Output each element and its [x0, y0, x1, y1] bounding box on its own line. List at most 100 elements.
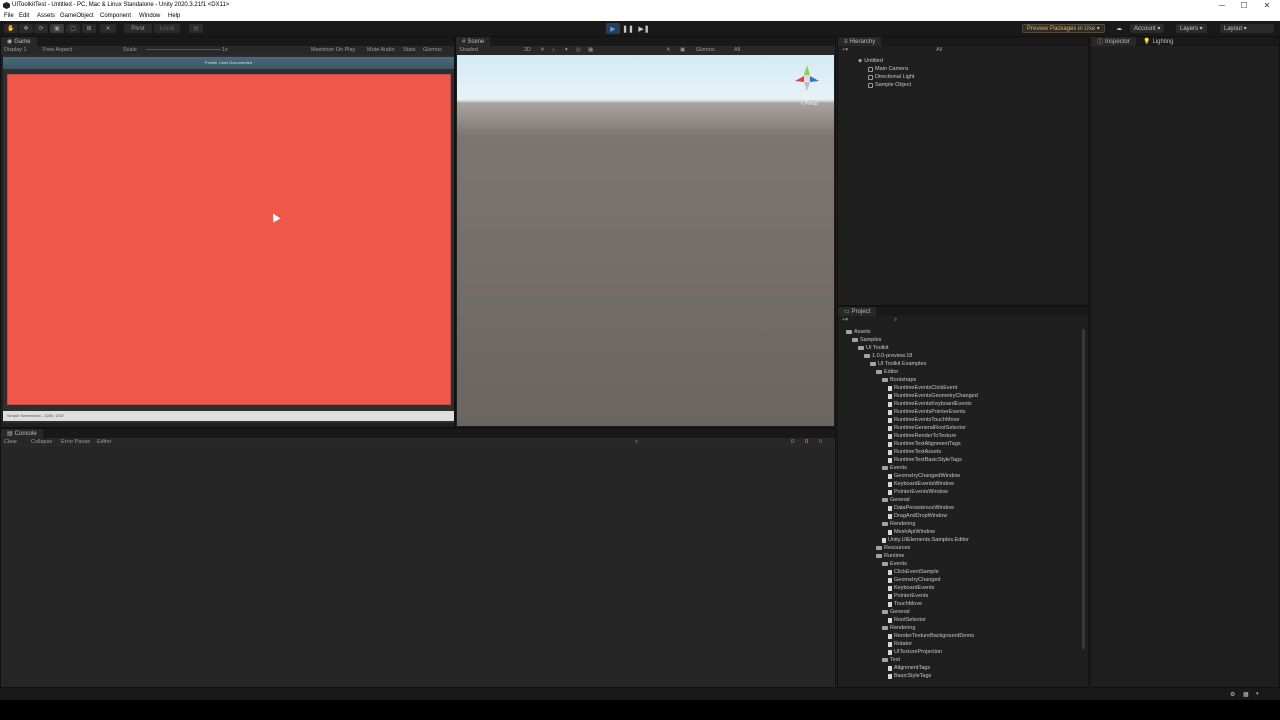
project-tree-item[interactable]: RenderTextureBackgroundDemo — [888, 633, 974, 639]
project-tree-item[interactable]: RuntimeEventsTouchMove — [888, 417, 959, 423]
console-log-count[interactable]: 0 — [791, 439, 794, 445]
project-tree-item[interactable]: Rendering — [882, 625, 915, 631]
project-tree-item[interactable]: UI Toolkit — [858, 345, 889, 351]
effects-icon[interactable]: ✦ — [564, 47, 569, 53]
project-tree-item[interactable]: 1.0.0-preview.18 — [864, 353, 912, 359]
console-search-icon[interactable]: ⌕ — [635, 439, 638, 446]
2d-toggle[interactable]: 2D — [524, 47, 531, 53]
project-tree-item[interactable]: RootSelector — [888, 617, 926, 623]
project-tree-item[interactable]: RuntimeEventsGeometryChanged — [888, 393, 978, 399]
project-tree-item[interactable]: General — [882, 497, 910, 503]
project-tree-item[interactable]: Resources — [876, 545, 910, 551]
menu-edit[interactable]: Edit — [19, 13, 29, 19]
menu-window[interactable]: Window — [139, 13, 160, 19]
preview-packages-button[interactable]: Preview Packages in Use ▾ — [1022, 24, 1105, 33]
project-tree-item[interactable]: General — [882, 609, 910, 615]
hierarchy-search[interactable]: All — [936, 47, 942, 53]
project-tree-item[interactable]: PointerEventsWindow — [888, 489, 948, 495]
menu-component[interactable]: Component — [100, 13, 131, 19]
shading-dropdown[interactable]: Shaded — [459, 47, 478, 53]
menu-help[interactable]: Help — [168, 13, 180, 19]
project-tree-item[interactable]: Unity.UIElements.Samples.Editor — [882, 537, 969, 543]
project-scrollbar[interactable] — [1082, 329, 1085, 649]
local-toggle[interactable]: Local — [154, 24, 180, 33]
console-log-area[interactable] — [1, 447, 835, 687]
game-viewport[interactable]: Pointer Lines Documented Simple Screensh… — [3, 55, 454, 423]
rotate-tool-icon[interactable]: ⟳ — [34, 24, 48, 33]
tab-lighting[interactable]: 💡 Lighting — [1137, 37, 1180, 46]
project-tree-item[interactable]: KeyboardEvents — [888, 585, 934, 591]
project-tree-item[interactable]: Assets — [846, 329, 871, 335]
grid-icon[interactable]: ▦ — [588, 47, 593, 53]
tab-scene[interactable]: # Scene — [456, 37, 491, 46]
tab-project[interactable]: ▭ Project — [838, 307, 877, 316]
project-tree-item[interactable]: Text — [882, 657, 900, 663]
hierarchy-scene-root[interactable]: ◈ Untitled — [858, 58, 883, 64]
scene-viewport[interactable]: < Persp — [457, 55, 834, 426]
project-tree-item[interactable]: Events — [882, 561, 907, 567]
step-button[interactable]: ▶❚ — [637, 23, 651, 34]
rect-tool-icon[interactable]: ▢ — [66, 24, 80, 33]
hierarchy-item[interactable]: Directional Light — [868, 74, 914, 80]
project-tree-item[interactable]: RuntimeTextAssets — [888, 449, 941, 455]
lighting-icon[interactable]: ☀ — [540, 47, 545, 53]
project-tree-item[interactable]: Bootstraps — [882, 377, 916, 383]
console-error-pause-toggle[interactable]: Error Pause — [61, 439, 90, 445]
project-tree-item[interactable]: GeometryChanged — [888, 577, 940, 583]
project-tree-item[interactable]: BasicStyleTags — [888, 673, 931, 679]
tab-game[interactable]: ◉ Game — [1, 37, 37, 46]
project-tree-item[interactable]: UITextureProjection — [888, 649, 942, 655]
project-tree-item[interactable]: KeyboardEventsWindow — [888, 481, 954, 487]
pivot-toggle[interactable]: Pivot — [124, 24, 152, 33]
tab-console[interactable]: ▤ Console — [1, 429, 43, 438]
console-warning-count[interactable]: 0 — [805, 439, 808, 445]
project-tree-item[interactable]: UI Toolkit Examples — [870, 361, 926, 367]
camera-icon[interactable]: ▣ — [680, 47, 685, 53]
project-tree-item[interactable]: DataPersistenceWindow — [888, 505, 954, 511]
minimize-button[interactable]: ─ — [1210, 0, 1234, 11]
scale-slider[interactable] — [146, 49, 221, 50]
project-tree-item[interactable]: Events — [882, 465, 907, 471]
layers-dropdown[interactable]: Layers ▾ — [1176, 24, 1207, 33]
console-editor-dropdown[interactable]: Editor — [97, 439, 111, 445]
hidden-icon[interactable]: ◎ — [576, 47, 581, 53]
maximize-button[interactable]: ☐ — [1232, 0, 1256, 11]
project-search-icon[interactable]: ⌕ — [894, 317, 897, 324]
pause-button[interactable]: ❚❚ — [621, 23, 635, 34]
scene-gizmos-dropdown[interactable]: Gizmos — [696, 47, 715, 53]
hand-tool-icon[interactable]: ✋ — [4, 24, 18, 33]
custom-tool-icon[interactable]: ✕ — [100, 24, 116, 33]
project-tree-item[interactable]: RuntimeTextBasicStyleTags — [888, 457, 962, 463]
project-tree-item[interactable]: RuntimeEventsClickEvent — [888, 385, 957, 391]
status-progress-icon[interactable]: ⚙ — [1230, 691, 1235, 698]
perspective-label[interactable]: < Persp — [801, 101, 818, 107]
status-debug-icon[interactable]: ◐ — [1256, 691, 1260, 697]
project-tree-item[interactable]: Editor — [876, 369, 898, 375]
menu-gameobject[interactable]: GameObject — [60, 13, 94, 19]
display-dropdown[interactable]: Display 1 — [4, 47, 27, 53]
menu-assets[interactable]: Assets — [37, 13, 55, 19]
cloud-icon[interactable]: ☁ — [1112, 24, 1126, 33]
scale-tool-icon[interactable]: ▣ — [50, 24, 64, 33]
project-tree-item[interactable]: RuntimeEventsPointerEvents — [888, 409, 966, 415]
layout-dropdown[interactable]: Layout ▾ — [1220, 24, 1274, 33]
project-tree-item[interactable]: GeometryChangedWindow — [888, 473, 960, 479]
hierarchy-item[interactable]: Main Camera — [868, 66, 908, 72]
project-tree-item[interactable]: Runtime — [876, 553, 904, 559]
move-tool-icon[interactable]: ✥ — [19, 24, 33, 33]
project-tree-item[interactable]: PointerEvents — [888, 593, 928, 599]
project-tree-item[interactable]: MeshApiWindow — [888, 529, 935, 535]
project-tree-item[interactable]: Rendering — [882, 521, 915, 527]
status-cache-icon[interactable]: ▦ — [1243, 691, 1249, 698]
grid-snap-icon[interactable]: ▦ — [189, 24, 203, 33]
project-tree-item[interactable]: RuntimeGeneralRootSelector — [888, 425, 966, 431]
aspect-dropdown[interactable]: Free Aspect — [43, 47, 72, 53]
mute-audio-toggle[interactable]: Mute Audio — [367, 47, 395, 53]
tab-hierarchy[interactable]: ≡ Hierarchy — [838, 37, 882, 46]
close-button[interactable]: ✕ — [1255, 0, 1279, 11]
project-tree-item[interactable]: TouchMove — [888, 601, 922, 607]
console-clear-button[interactable]: Clear — [4, 439, 17, 445]
scene-search[interactable]: All — [734, 47, 740, 53]
audio-icon[interactable]: ♪ — [552, 47, 555, 53]
maximize-on-play-toggle[interactable]: Maximize On Play — [311, 47, 355, 53]
